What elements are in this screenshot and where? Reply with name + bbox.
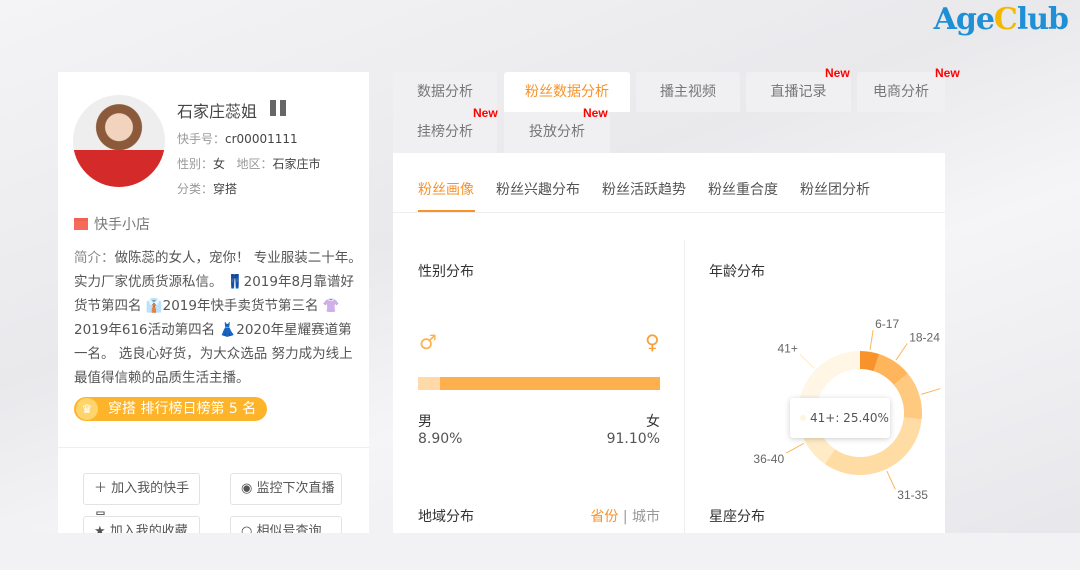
- new-badge: New: [583, 106, 608, 120]
- divider: [58, 447, 369, 448]
- leader-line: [886, 470, 896, 490]
- footer-bg: [0, 533, 1080, 570]
- rank-badge[interactable]: ♛ 穿搭 排行榜日榜第 5 名: [74, 397, 267, 421]
- chart-tooltip: 41+: 25.40%: [790, 398, 890, 438]
- tab-label: 数据分析: [417, 84, 473, 100]
- age-label: 31-35: [897, 488, 928, 502]
- crown-icon: ♛: [76, 398, 98, 420]
- new-badge: New: [825, 66, 850, 80]
- bio: 简介：做陈蕊的女人，宠你！ 专业服装二十年。 实力厂家优质货源私信。 👖2019…: [74, 250, 362, 386]
- leader-line: [895, 343, 908, 361]
- profile-name: 石家庄蕊姐: [177, 102, 258, 121]
- age-donut-chart: 6-17 18-24 31-35 36-40 41+: [753, 317, 941, 502]
- leader-line: [785, 443, 804, 454]
- tab-1[interactable]: 粉丝数据分析: [504, 72, 630, 112]
- shop-link[interactable]: 快手小店: [74, 214, 150, 234]
- new-badge: New: [473, 106, 498, 120]
- ageclub-logo: AgeClub: [933, 2, 1069, 37]
- tab-label: 直播记录: [770, 84, 827, 100]
- shop-icon: [74, 218, 88, 230]
- tab-label: 挂榜分析: [417, 124, 473, 140]
- monitor-live-button[interactable]: ◉ 监控下次直播: [230, 473, 342, 505]
- age-label: 36-40: [753, 452, 784, 466]
- age-label: 6-17: [875, 317, 899, 331]
- qr-code-icon[interactable]: [270, 100, 286, 116]
- tab-2[interactable]: 播主视频: [636, 72, 740, 112]
- new-badge: New: [935, 66, 960, 80]
- gender-region: 性别：女 地区：石家庄市: [177, 157, 321, 171]
- age-label: 41+: [778, 341, 798, 355]
- leader-line: [799, 353, 815, 369]
- tooltip-marker: [800, 415, 806, 421]
- kuaishou-id: 快手号：cr00001111: [177, 132, 298, 146]
- age-label: 18-24: [909, 331, 940, 345]
- category: 分类：穿搭: [177, 182, 238, 196]
- leader-line: [921, 388, 941, 395]
- tab-6[interactable]: 投放分析 New: [504, 106, 610, 153]
- tab-5[interactable]: 挂榜分析 New: [393, 106, 498, 153]
- tab-label: 电商分析: [873, 84, 929, 100]
- avatar: [73, 95, 165, 187]
- tab-4[interactable]: 电商分析 New: [857, 66, 960, 112]
- leader-line: [869, 329, 874, 350]
- tab-label: 投放分析: [529, 124, 585, 140]
- tab-3[interactable]: 直播记录 New: [746, 66, 851, 112]
- tab-label: 粉丝数据分析: [525, 84, 609, 100]
- add-kuaishou-button[interactable]: ＋ 加入我的快手号: [83, 473, 200, 526]
- profile-panel: 石家庄蕊姐 快手号：cr00001111 性别：女 地区：石家庄市 分类：穿搭 …: [58, 72, 369, 548]
- tab-label: 播主视频: [660, 84, 716, 100]
